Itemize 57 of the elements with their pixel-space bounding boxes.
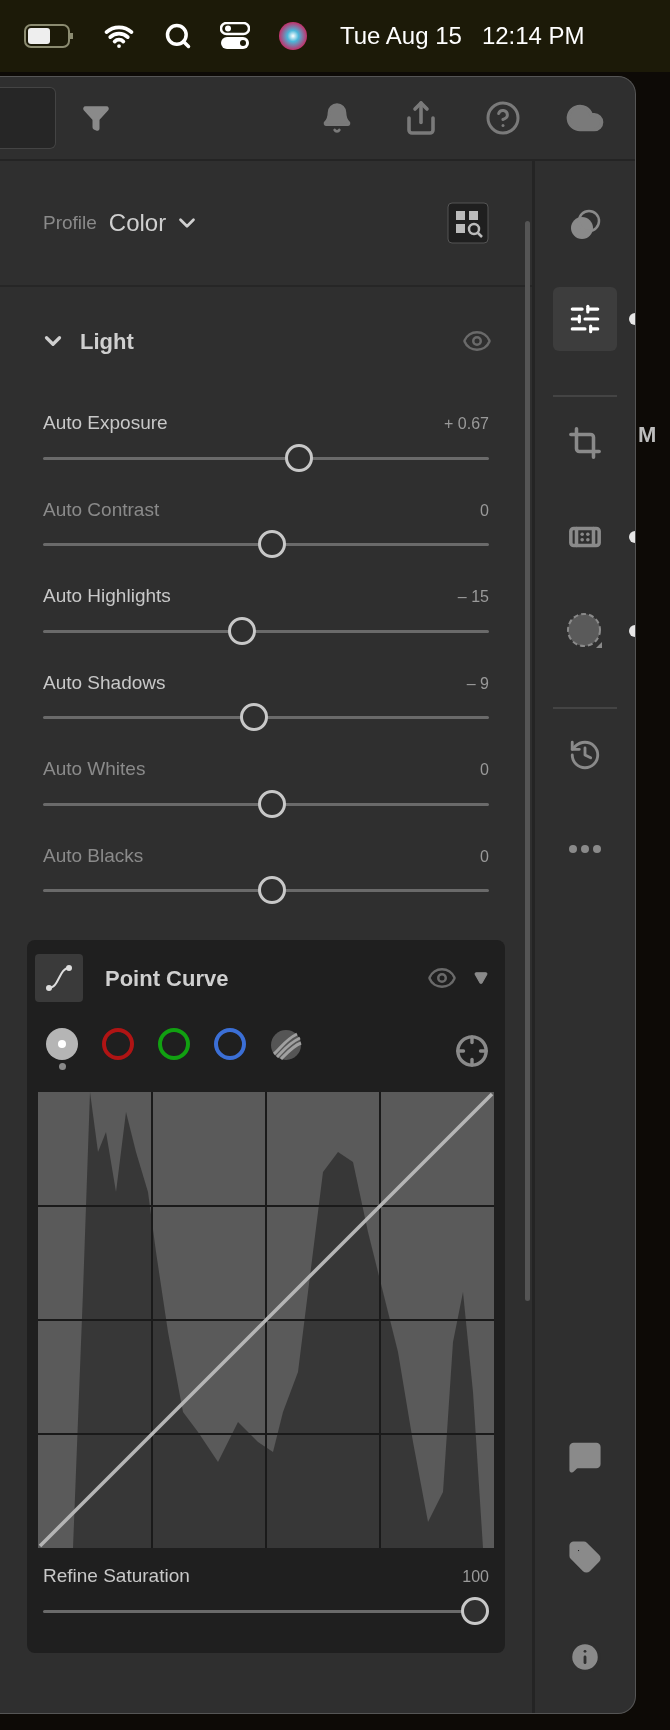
slider-label: Refine Saturation (43, 1564, 190, 1588)
help-icon[interactable] (485, 100, 521, 136)
notifications-icon[interactable] (321, 102, 353, 134)
menu-date[interactable]: Tue Aug 15 (340, 18, 462, 54)
toggles-icon[interactable] (220, 22, 250, 50)
dropdown-arrow-icon[interactable] (473, 971, 489, 985)
slider-track[interactable] (43, 616, 489, 645)
menu-time[interactable]: 12:14 PM (481, 18, 585, 54)
slider-value: 0 (480, 846, 489, 867)
crop-icon (568, 426, 602, 460)
slider-thumb[interactable] (284, 443, 313, 472)
slider-thumb[interactable] (257, 530, 286, 558)
sliders-icon (568, 302, 602, 336)
slider-track[interactable] (43, 703, 489, 731)
tag-icon (568, 1540, 602, 1574)
dotted-circle-icon (566, 612, 604, 650)
slider-track[interactable] (43, 530, 489, 558)
profile-label: Profile (43, 210, 97, 235)
profile-dropdown[interactable]: Color (108, 205, 201, 241)
more-icon (569, 845, 601, 853)
search-field[interactable] (0, 87, 56, 149)
slider-label: Auto Shadows (43, 670, 166, 695)
panel-title: Point Curve (105, 964, 229, 993)
presets-icon (568, 208, 602, 242)
battery-icon[interactable] (24, 23, 74, 49)
slider-value: – 9 (466, 673, 489, 694)
slider-thumb[interactable] (257, 876, 286, 904)
background-text: M (638, 421, 657, 449)
slider-thumb[interactable] (227, 616, 256, 645)
slider-track[interactable] (43, 789, 489, 818)
target-adjust-icon[interactable] (455, 1034, 489, 1068)
search-icon[interactable] (164, 22, 192, 50)
slider-label: Auto Contrast (43, 497, 160, 522)
slider-track[interactable] (43, 1596, 489, 1625)
light-section-toggle[interactable]: Light (40, 324, 134, 358)
slider-track[interactable] (43, 876, 489, 904)
slider-label: Auto Highlights (43, 584, 171, 608)
browse-profiles-icon[interactable] (447, 202, 489, 244)
slider-label: Auto Exposure (43, 411, 168, 435)
curve-tool-icon[interactable] (35, 954, 83, 1002)
slider-value: 0 (480, 760, 489, 780)
filter-icon[interactable] (82, 104, 110, 132)
tool-button[interactable] (553, 287, 617, 351)
slider-label: Auto Blacks (43, 843, 144, 868)
slider-label: Auto Whites (43, 757, 146, 781)
scrollbar[interactable] (525, 221, 530, 1301)
slider-thumb[interactable] (240, 703, 269, 731)
slider-track[interactable] (43, 443, 489, 472)
slider-value: 0 (480, 500, 489, 521)
orb-icon[interactable] (278, 21, 308, 51)
slider-value: 100 (462, 1567, 489, 1587)
comment-icon (568, 1440, 602, 1474)
slider-value: – 15 (457, 587, 489, 607)
slider-thumb[interactable] (461, 1596, 489, 1625)
history-icon (568, 738, 602, 772)
slider-value: + 0.67 (444, 414, 489, 434)
slider-thumb[interactable] (257, 789, 286, 818)
